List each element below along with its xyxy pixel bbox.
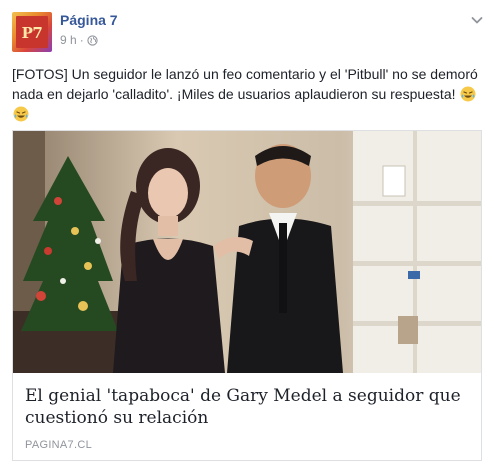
post-timestamp[interactable]: 9 h [60, 33, 77, 47]
photo-scene [13, 131, 481, 373]
link-preview-image[interactable] [13, 131, 481, 373]
post-message: [FOTOS] Un seguidor le lanzó un feo come… [12, 64, 482, 124]
laughing-tears-emoji-icon [13, 106, 29, 122]
page-avatar[interactable]: P7 [12, 12, 52, 52]
avatar-logo: P7 [21, 24, 43, 42]
post-message-text: [FOTOS] Un seguidor le lanzó un feo come… [12, 66, 478, 102]
post-card: P7 Página 7 9 h · [FOTOS] Un seguidor le… [0, 0, 495, 464]
chevron-down-icon[interactable] [469, 12, 485, 28]
link-domain: PAGINA7.CL [25, 439, 92, 451]
laughing-tears-emoji-icon [460, 86, 476, 102]
link-title[interactable]: El genial 'tapaboca' de Gary Medel a seg… [25, 385, 475, 429]
globe-icon[interactable] [87, 34, 98, 46]
page-name-link[interactable]: Página 7 [60, 12, 118, 28]
meta-separator: · [79, 33, 84, 47]
post-meta: 9 h · [60, 33, 98, 47]
link-preview[interactable]: El genial 'tapaboca' de Gary Medel a seg… [12, 130, 482, 461]
